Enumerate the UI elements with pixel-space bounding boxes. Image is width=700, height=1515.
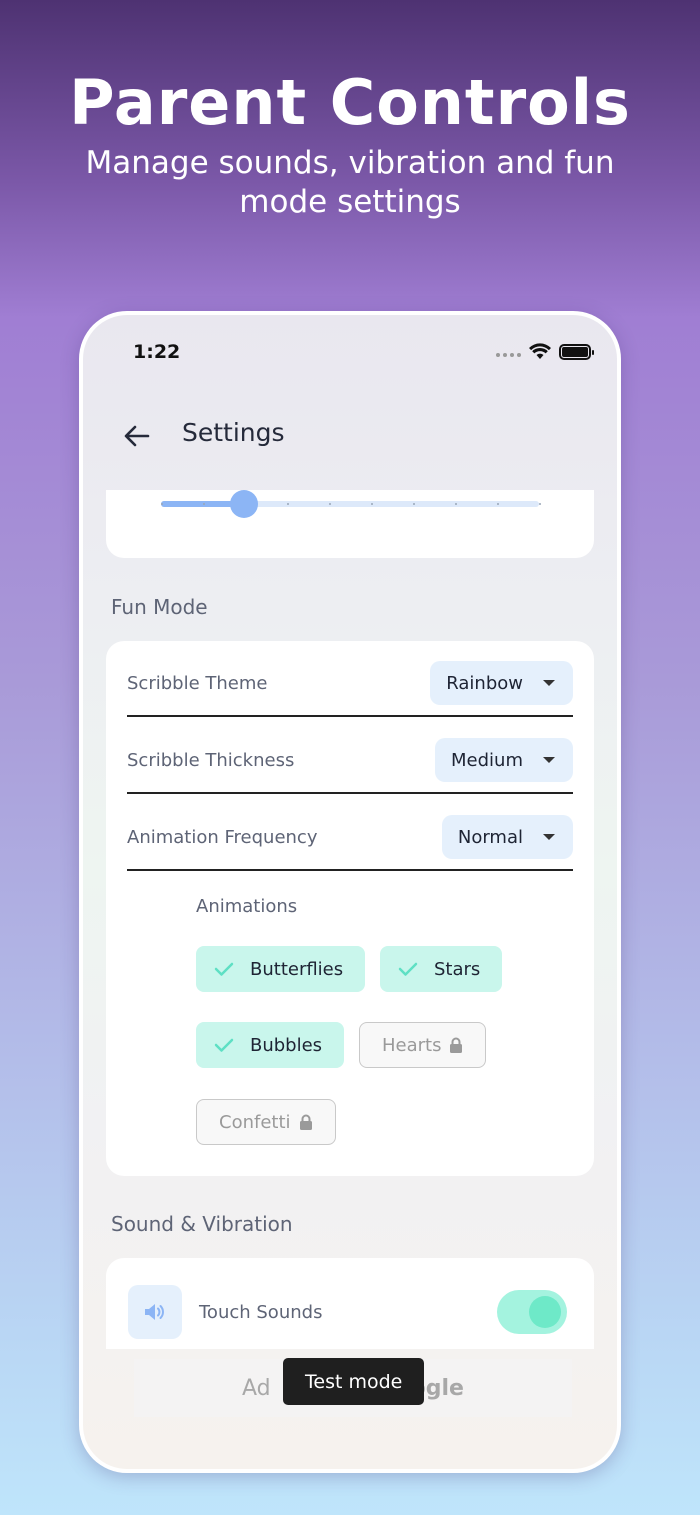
caret-down-icon [543,680,555,686]
slider-tick [161,503,163,505]
dropdown-value: Rainbow [446,672,523,694]
arrow-left-icon [124,425,150,447]
chip-butterflies[interactable]: Butterflies [196,946,366,992]
row-label: Scribble Thickness [127,750,295,771]
chip-confetti[interactable]: Confetti [196,1099,336,1145]
row-label: Scribble Theme [127,673,268,694]
slider-tick [539,503,541,505]
slider-tick [287,503,289,505]
slider-tick [329,503,331,505]
ad-text-left: Ad [242,1375,271,1401]
lock-icon [299,1114,312,1130]
phone-screen: 1:22 Settings Fun Mode Scribble Theme Ra… [83,315,617,1469]
check-icon [214,962,234,976]
slider-ticks [161,503,541,505]
lock-icon [450,1037,463,1053]
animations-label: Animations [196,896,298,917]
fun-mode-card: Scribble Theme Rainbow Scribble Thicknes… [106,641,594,1176]
section-title-fun-mode: Fun Mode [111,595,208,619]
test-mode-toast: Test mode [283,1358,425,1405]
slider-tick [455,503,457,505]
phone-frame: 1:22 Settings Fun Mode Scribble Theme Ra… [79,311,621,1473]
cellular-dots-icon [496,352,521,357]
back-button[interactable] [119,421,155,451]
section-title-sound-vibration: Sound & Vibration [111,1212,293,1236]
settings-scroll-area[interactable]: Fun Mode Scribble Theme Rainbow Scribble… [83,490,617,1349]
chip-label: Stars [434,958,481,980]
slider-track[interactable] [161,490,541,518]
row-animation-frequency: Animation Frequency Normal [127,795,573,871]
touch-sounds-icon-box [128,1285,182,1339]
row-scribble-theme: Scribble Theme Rainbow [127,641,573,717]
animation-frequency-dropdown[interactable]: Normal [441,815,573,859]
chip-label: Hearts [382,1034,442,1056]
page-title: Settings [182,418,285,447]
caret-down-icon [543,757,555,763]
chip-bubbles[interactable]: Bubbles [196,1022,345,1068]
battery-icon [559,343,594,360]
hero-subtitle: Manage sounds, vibration and fun mode se… [85,145,615,220]
row-scribble-thickness: Scribble Thickness Medium [127,718,573,794]
chip-label: Bubbles [250,1034,323,1056]
app-bar: Settings [83,405,617,465]
chip-stars[interactable]: Stars [380,946,503,992]
toggle-knob [529,1296,561,1328]
slider-tick [497,503,499,505]
slider-tick [413,503,415,505]
touch-sounds-toggle[interactable] [497,1290,567,1334]
status-time: 1:22 [133,341,181,363]
slider-card [106,490,594,558]
row-label: Animation Frequency [127,827,318,848]
chip-hearts[interactable]: Hearts [359,1022,487,1068]
wifi-icon [529,343,551,359]
status-bar: 1:22 [83,339,617,369]
hero-title: Parent Controls [69,66,631,139]
scribble-thickness-dropdown[interactable]: Medium [435,738,573,782]
scribble-theme-dropdown[interactable]: Rainbow [430,661,573,705]
slider-tick [371,503,373,505]
chip-label: Butterflies [250,958,344,980]
check-icon [214,1038,234,1052]
dropdown-value: Medium [451,749,523,771]
slider-tick [203,503,205,505]
caret-down-icon [543,834,555,840]
check-icon [398,962,418,976]
chip-label: Confetti [219,1111,291,1133]
touch-sounds-label: Touch Sounds [199,1302,323,1323]
dropdown-value: Normal [457,826,523,848]
speaker-icon [145,1304,164,1320]
sound-card: Touch Sounds [106,1258,594,1349]
slider-thumb[interactable] [230,490,259,518]
status-icons [496,343,594,360]
